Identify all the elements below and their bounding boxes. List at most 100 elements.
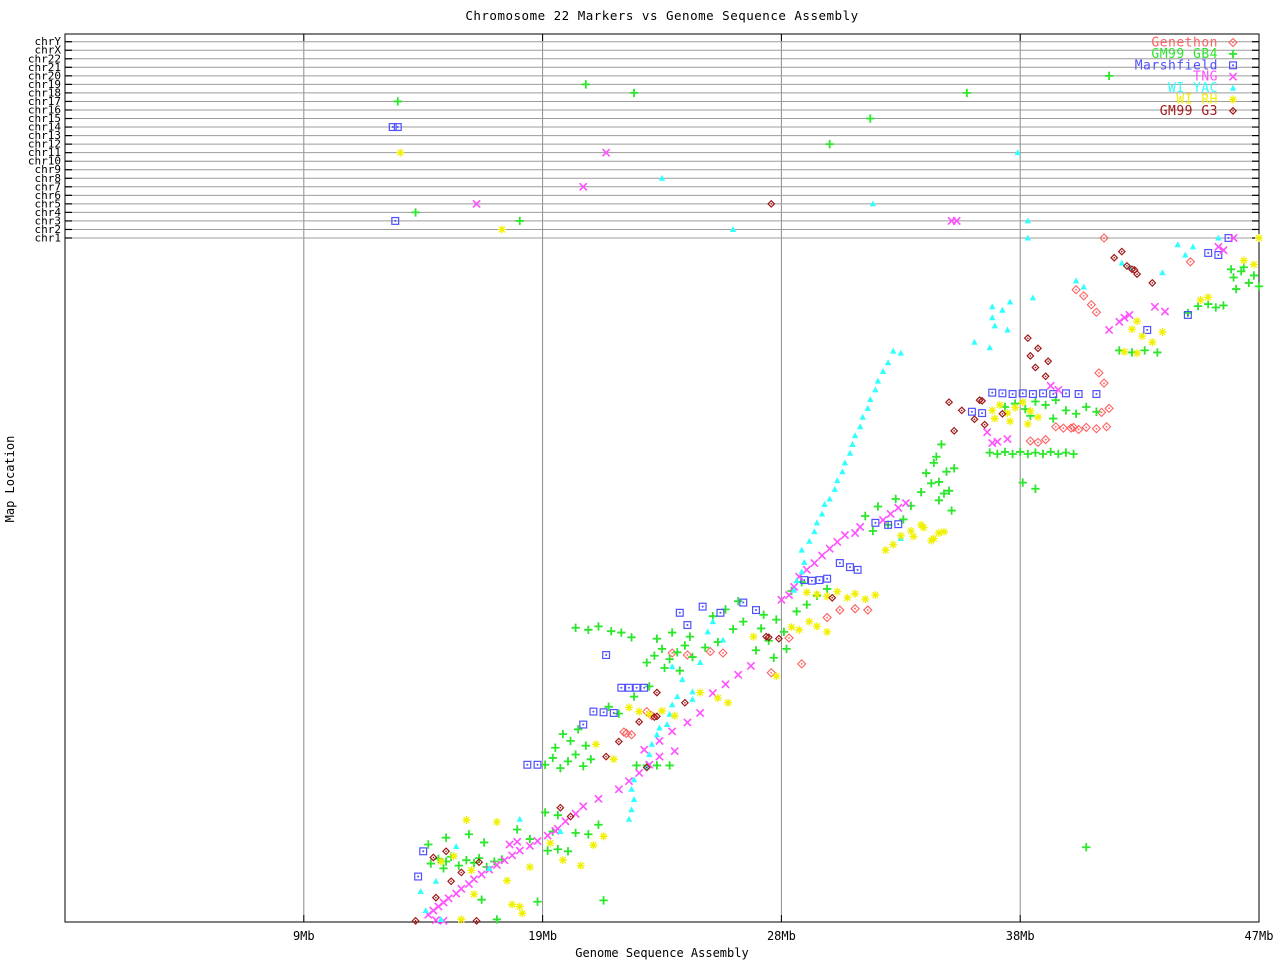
marker-point-wi_yac xyxy=(874,377,882,384)
marker-point-gm99_g3 xyxy=(970,415,979,424)
marker-point-gm99_gb4 xyxy=(555,763,566,774)
marker-point-marshfield xyxy=(1028,390,1037,399)
marker-point-gm99_gb4 xyxy=(768,652,779,663)
marker-point-gm99_gb4 xyxy=(674,665,685,676)
marker-point-gm99_g3 xyxy=(1024,334,1032,342)
marker-point-genethon xyxy=(718,648,728,658)
marker-point-gm99_gb4 xyxy=(1040,399,1051,411)
marker-point-gm99_gb4 xyxy=(1048,413,1059,424)
marker-point-gm99_gb4 xyxy=(933,476,945,488)
marker-point-gm99_g3 xyxy=(1026,352,1035,360)
marker-point-wi_rh xyxy=(822,627,832,637)
marker-point-gm99_g3 xyxy=(615,737,623,746)
marker-point-tng xyxy=(507,850,517,860)
marker-point-wi_rh xyxy=(558,855,568,865)
marker-point-wi_rh xyxy=(1132,316,1142,326)
marker-point-genethon xyxy=(1091,307,1101,317)
marker-point-wi_yac xyxy=(1159,269,1166,276)
marker-point-genethon xyxy=(1071,285,1081,295)
marker-point-tng xyxy=(655,752,664,761)
marker-point-wi_rh xyxy=(634,706,644,717)
marker-point-wi_yac xyxy=(798,568,805,575)
marker-point-gm99_gb4 xyxy=(565,735,576,747)
marker-point-wi_yac xyxy=(851,432,859,439)
marker-point-wi_yac xyxy=(628,785,635,792)
marker-point-gm99_gb4 xyxy=(898,514,909,525)
marker-point-gm99_g3 xyxy=(945,398,953,406)
marker-point-wi_yac xyxy=(841,459,849,466)
marker-point-marshfield xyxy=(579,720,588,729)
marker-point-wi_rh xyxy=(1249,259,1259,270)
plot-border xyxy=(64,33,1260,923)
x-tick-label: 38Mb xyxy=(1006,929,1035,943)
marker-point-gm99_gb4 xyxy=(593,621,604,632)
marker-point-genethon xyxy=(1086,300,1096,310)
marker-point-gm99_gb4 xyxy=(542,845,553,856)
marker-point-gm99_gb4 xyxy=(687,651,698,663)
marker-point-wi_rh xyxy=(850,589,860,599)
marker-point-gm99_gb4 xyxy=(616,627,627,638)
marker-point-genethon xyxy=(1058,423,1068,433)
marker-point-tng xyxy=(878,515,888,525)
marker-point-tng xyxy=(543,831,553,841)
marker-point-tng xyxy=(695,708,705,718)
marker-point-wi_yac xyxy=(867,396,874,402)
marker-point-gm99_gb4 xyxy=(921,467,932,479)
marker-point-gm99_gb4 xyxy=(926,478,937,489)
marker-point-gm99_gb4 xyxy=(1030,483,1041,494)
legend-marker-icon xyxy=(1229,107,1237,115)
marker-point-wi_yac xyxy=(422,907,429,914)
marker-point-wi_rh xyxy=(525,862,535,872)
marker-point-gm99_gb4 xyxy=(473,853,485,864)
marker-point-marshfield xyxy=(871,518,880,527)
marker-point-gm99_gb4 xyxy=(570,827,581,839)
marker-point-wi_rh xyxy=(576,860,586,871)
marker-point-wi_rh xyxy=(545,838,555,848)
marker-point-gm99_gb4 xyxy=(1152,347,1163,358)
marker-point-wi_yac xyxy=(516,815,523,822)
marker-point-gm99_gb4 xyxy=(1253,281,1265,292)
chromosome-row-label: chr1 xyxy=(35,232,62,245)
marker-point-marshfield xyxy=(632,683,641,692)
marker-point-wi_rh xyxy=(748,631,759,642)
marker-point-wi_rh xyxy=(517,908,527,918)
marker-point-wi_rh xyxy=(919,522,929,533)
marker-point-wi_rh xyxy=(1033,412,1043,422)
marker-point-wi_rh xyxy=(987,405,997,416)
marker-point-marshfield xyxy=(624,683,633,692)
marker-point-wi_yac xyxy=(818,510,826,517)
marker-point-gm99_g3 xyxy=(447,877,455,886)
marker-point-gm99_gb4 xyxy=(933,495,945,506)
marker-point-tng xyxy=(533,836,542,846)
marker-point-tng xyxy=(594,794,603,804)
marker-point-gm99_gb4 xyxy=(532,896,543,907)
x-tick-label: 9Mb xyxy=(293,929,315,943)
marker-point-gm99_g3 xyxy=(472,917,481,925)
marker-point-gm99_gb4 xyxy=(738,616,749,627)
marker-point-genethon xyxy=(1025,436,1035,446)
marker-point-gm99_gb4 xyxy=(1139,345,1150,356)
marker-point-wi_rh xyxy=(598,831,609,841)
marker-point-marshfield xyxy=(414,872,423,881)
marker-point-wi_yac xyxy=(821,501,828,507)
marker-point-wi_yac xyxy=(849,441,856,447)
marker-point-marshfield xyxy=(751,606,760,615)
marker-point-wi_yac xyxy=(668,663,676,670)
marker-point-gm99_gb4 xyxy=(941,466,952,477)
marker-point-gm99_g3 xyxy=(556,803,565,812)
marker-point-tng xyxy=(992,437,1002,447)
marker-point-gm99_gb4 xyxy=(1225,264,1237,275)
marker-point-wi_yac xyxy=(625,815,633,822)
marker-point-tng xyxy=(634,768,644,778)
legend-marker-icon xyxy=(1228,72,1238,82)
marker-point-tng xyxy=(431,915,441,925)
legend-label: GM99 G3 xyxy=(1160,104,1218,119)
marker-point-gm99_gb4 xyxy=(628,691,640,702)
marker-point-wi_rh xyxy=(1005,416,1015,426)
marker-point-wi_yac xyxy=(859,413,866,420)
marker-point-genethon xyxy=(1091,424,1101,434)
marker-point-gm99_gb4 xyxy=(557,728,569,740)
marker-point-genethon xyxy=(1051,422,1061,432)
marker-point-genethon xyxy=(705,647,715,657)
marker-point-gm99_gb4 xyxy=(552,810,563,821)
